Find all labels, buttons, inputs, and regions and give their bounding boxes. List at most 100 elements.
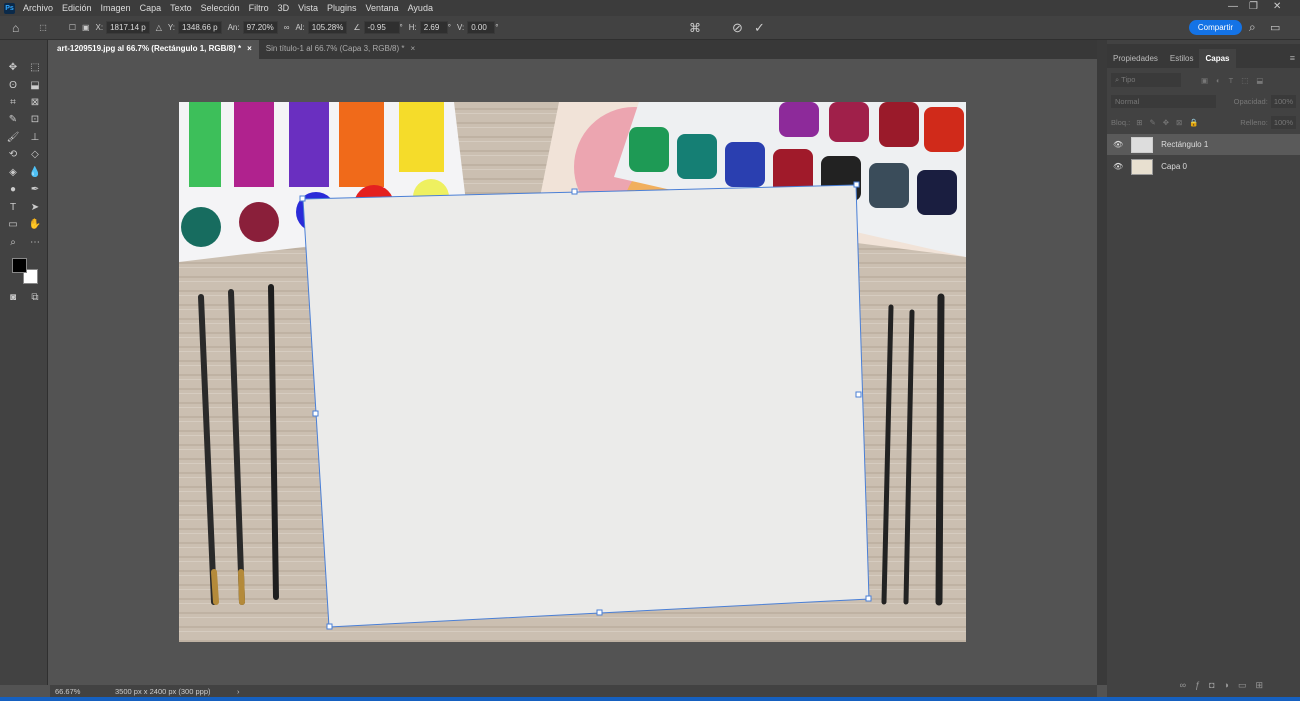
commit-transform-icon[interactable]: ✓ [754, 20, 765, 36]
cancel-transform-icon[interactable]: ⊘ [732, 20, 743, 36]
menu-imagen[interactable]: Imagen [101, 3, 131, 13]
menu-plugins[interactable]: Plugins [327, 3, 357, 13]
tab-untitled-document[interactable]: Sin título-1 al 66.7% (Capa 3, RGB/8) * × [259, 40, 422, 59]
workspace-icon[interactable]: ▭ [1270, 21, 1280, 34]
move-tool-icon[interactable]: ✥ [6, 61, 20, 75]
dodge-tool-icon[interactable]: ● [6, 183, 20, 197]
type-tool-icon[interactable]: T [6, 201, 20, 215]
zoom-level[interactable]: 66.67% [55, 687, 115, 696]
angle-field[interactable]: ∠ -0.95 ° [353, 21, 403, 34]
reference-point-toggle-icon[interactable]: ☐ [69, 23, 76, 32]
height-value[interactable]: 105.28% [307, 21, 348, 34]
transform-handle-left[interactable] [312, 410, 319, 417]
transform-handle-top-left[interactable] [299, 195, 306, 202]
tab-estilos[interactable]: Estilos [1164, 49, 1200, 68]
search-icon[interactable]: ⌕ [1249, 20, 1256, 35]
vskew-field[interactable]: V: 0.00 ° [457, 21, 498, 34]
stamp-tool-icon[interactable]: ⊥ [28, 131, 42, 145]
screen-mode-icon[interactable]: ⧉ [28, 291, 42, 305]
layer-filter-select[interactable]: ⌕ Tipo [1111, 73, 1181, 87]
height-field[interactable]: Al: 105.28% [295, 21, 348, 34]
status-menu-arrow[interactable]: › [237, 687, 240, 696]
eyedropper-tool-icon[interactable]: ✎ [6, 113, 20, 127]
vertical-scrollbar[interactable] [1097, 40, 1107, 685]
menu-capa[interactable]: Capa [140, 3, 162, 13]
layer-actions-bar[interactable]: ∞ƒ◘◑▭⊞ [1180, 680, 1272, 691]
transform-handle-right[interactable] [855, 391, 862, 398]
blur-tool-icon[interactable]: 💧 [28, 166, 42, 180]
marquee-tool-icon[interactable]: ⬚ [28, 61, 42, 75]
visibility-eye-icon[interactable]: 👁 [1113, 140, 1123, 149]
x-value[interactable]: 1817.14 p [106, 21, 150, 34]
blend-mode-select[interactable]: Normal [1111, 94, 1216, 108]
transform-handle-top[interactable] [571, 188, 578, 195]
reference-point-icon[interactable]: ▣ [82, 23, 90, 32]
menu-ayuda[interactable]: Ayuda [408, 3, 433, 13]
close-tab-icon[interactable]: × [247, 44, 252, 55]
menu-vista[interactable]: Vista [298, 3, 318, 13]
transform-handle-top-right[interactable] [853, 181, 860, 188]
home-icon[interactable]: ⌂ [12, 21, 19, 35]
history-brush-icon[interactable]: ⟲ [6, 148, 20, 162]
close-window-icon[interactable]: ✕ [1273, 1, 1281, 12]
layer-filter-icons[interactable]: ▣◐T⬚⬓ [1201, 76, 1271, 85]
path-select-icon[interactable]: ➤ [28, 201, 42, 215]
transform-mode-icon[interactable]: ⬚ [39, 23, 47, 32]
transform-handle-bottom-left[interactable] [326, 623, 333, 630]
crop-tool-icon[interactable]: ⌗ [6, 96, 20, 110]
more-tools-icon[interactable]: ⋯ [28, 236, 42, 250]
share-button[interactable]: Compartir [1188, 20, 1242, 35]
transformed-rectangle[interactable] [302, 184, 870, 628]
y-value[interactable]: 1348.66 p [177, 21, 222, 34]
layer-rectangulo-1[interactable]: 👁 Rectángulo 1 [1107, 134, 1300, 155]
close-tab-icon[interactable]: × [410, 44, 415, 55]
x-field[interactable]: X: 1817.14 p [96, 21, 150, 34]
opacity-field[interactable]: 100% [1270, 94, 1296, 108]
restore-icon[interactable]: ❐ [1249, 1, 1258, 12]
warp-icon[interactable]: ⌘ [689, 21, 701, 35]
foreground-color-swatch[interactable] [12, 258, 27, 273]
layer-capa-0[interactable]: 👁 Capa 0 [1107, 156, 1300, 177]
canvas-area[interactable] [50, 59, 1097, 684]
object-select-tool-icon[interactable]: ⬓ [28, 79, 42, 93]
width-value[interactable]: 97.20% [242, 21, 278, 34]
minimize-icon[interactable]: — [1228, 1, 1238, 12]
menu-archivo[interactable]: Archivo [23, 3, 53, 13]
menu-3d[interactable]: 3D [278, 3, 290, 13]
vskew-unit: ° [495, 23, 499, 32]
menu-seleccion[interactable]: Selección [201, 3, 240, 13]
vskew-value[interactable]: 0.00 [467, 21, 496, 34]
tab-art-document[interactable]: art-1209519.jpg al 66.7% (Rectángulo 1, … [50, 40, 259, 59]
menu-texto[interactable]: Texto [170, 3, 192, 13]
menu-ventana[interactable]: Ventana [366, 3, 399, 13]
lock-icons[interactable]: ⊞✎✥⊠🔒 [1136, 118, 1205, 127]
visibility-eye-icon[interactable]: 👁 [1113, 162, 1123, 171]
rectangle-tool-icon[interactable]: ▭ [6, 218, 20, 232]
zoom-tool-icon[interactable]: ⌕ [6, 236, 20, 250]
lasso-tool-icon[interactable]: ʘ [6, 79, 20, 93]
pen-tool-icon[interactable]: ✒ [28, 183, 42, 197]
tab-capas[interactable]: Capas [1199, 49, 1236, 68]
link-icon[interactable]: ∞ [284, 23, 290, 32]
healing-tool-icon[interactable]: ⊡ [28, 113, 42, 127]
width-field[interactable]: An: 97.20% [228, 21, 278, 34]
hskew-value[interactable]: 2.69 [419, 21, 448, 34]
quick-mask-icon[interactable]: ◙ [6, 291, 20, 305]
paint-bucket-icon[interactable]: ◈ [6, 166, 20, 180]
hand-tool-icon[interactable]: ✋ [28, 218, 42, 232]
brush-tool-icon[interactable]: 🖌 [6, 131, 20, 145]
frame-tool-icon[interactable]: ⊠ [28, 96, 42, 110]
transform-handle-bottom-right[interactable] [865, 595, 872, 602]
menu-filtro[interactable]: Filtro [249, 3, 269, 13]
angle-value[interactable]: -0.95 [363, 21, 400, 34]
hskew-field[interactable]: H: 2.69 ° [409, 21, 451, 34]
transform-handle-bottom[interactable] [596, 609, 603, 616]
tab-propiedades[interactable]: Propiedades [1107, 49, 1164, 68]
y-field[interactable]: Y: 1348.66 p [168, 21, 222, 34]
fill-field[interactable]: 100% [1270, 115, 1296, 129]
document-canvas[interactable] [50, 59, 1097, 684]
delta-icon[interactable]: △ [156, 23, 162, 32]
eraser-tool-icon[interactable]: ◇ [28, 148, 42, 162]
panel-menu-icon[interactable]: ≡ [1290, 53, 1295, 63]
menu-edicion[interactable]: Edición [62, 3, 92, 13]
